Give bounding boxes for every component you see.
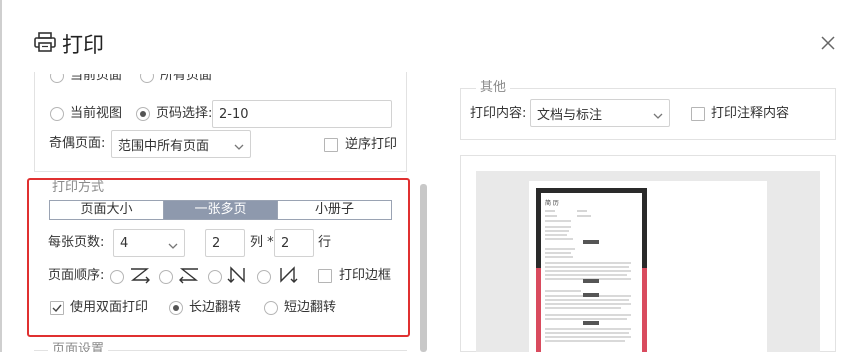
print-content-label: 打印内容: xyxy=(470,106,527,121)
page-setup-legend-clip: 页面设置 xyxy=(48,342,109,352)
columns-input[interactable]: 2 xyxy=(205,229,245,257)
dialog-header: 打印 xyxy=(34,30,104,58)
left-panel-scrollbar[interactable] xyxy=(420,184,427,352)
order-reverse-n-radio[interactable] xyxy=(257,270,271,284)
range-box-bottom-border xyxy=(34,171,407,172)
odd-even-select[interactable]: 范围中所有页面 xyxy=(111,130,251,158)
checkmark-icon xyxy=(52,304,62,313)
page-select-radio[interactable] xyxy=(136,107,150,121)
printer-icon xyxy=(34,32,56,56)
print-mode-legend: 打印方式 xyxy=(48,180,109,196)
order-z-radio[interactable] xyxy=(110,270,124,284)
close-icon[interactable] xyxy=(818,33,838,53)
long-edge-label: 长边翻转 xyxy=(189,300,242,315)
duplex-checkbox[interactable] xyxy=(50,301,64,315)
page-select-input[interactable]: 2-10 xyxy=(212,100,392,128)
all-pages-radio[interactable] xyxy=(140,74,155,83)
print-notes-label: 打印注释内容 xyxy=(711,106,790,121)
page-select-label: 页码选择: xyxy=(156,106,213,121)
print-mode-tabs: 页面大小 一张多页 小册子 xyxy=(49,200,392,220)
duplex-label: 使用双面打印 xyxy=(70,300,149,315)
tab-multi-page[interactable]: 一张多页 xyxy=(164,201,278,219)
pages-per-sheet-value: 4 xyxy=(120,235,129,251)
resume-page: 简 历 xyxy=(541,193,642,352)
tab-page-size[interactable]: 页面大小 xyxy=(50,201,164,219)
current-page-label: 当前页面 xyxy=(70,74,123,83)
tab-booklet[interactable]: 小册子 xyxy=(278,201,391,219)
other-legend: 其他 xyxy=(476,80,511,96)
page-order-label: 页面顺序: xyxy=(48,268,105,283)
print-notes-checkbox[interactable] xyxy=(691,107,705,121)
current-view-label: 当前视图 xyxy=(70,106,123,121)
print-border-checkbox[interactable] xyxy=(318,269,332,283)
long-edge-option[interactable]: 长边翻转 xyxy=(169,300,241,316)
reverse-print-checkbox[interactable] xyxy=(324,138,338,152)
long-edge-radio[interactable] xyxy=(169,301,183,315)
print-content-select[interactable]: 文档与标注 xyxy=(530,99,670,127)
dialog-title: 打印 xyxy=(62,33,104,57)
duplex-option[interactable]: 使用双面打印 xyxy=(50,300,148,316)
resume-lines xyxy=(545,210,631,342)
chevron-down-icon xyxy=(234,140,244,155)
range-box-right-border xyxy=(406,72,407,172)
print-notes-option[interactable]: 打印注释内容 xyxy=(691,106,789,122)
all-pages-label: 所有页面 xyxy=(160,74,213,83)
columns-label: 列 * xyxy=(250,235,274,250)
pages-per-sheet-select[interactable]: 4 xyxy=(113,229,185,257)
reverse-print-label: 逆序打印 xyxy=(345,137,398,152)
order-reverse-z-radio[interactable] xyxy=(159,270,173,284)
current-view-radio[interactable] xyxy=(50,107,64,121)
page-order-options xyxy=(110,266,298,288)
range-box-left-border xyxy=(34,72,35,172)
print-border-label: 打印边框 xyxy=(339,268,392,283)
odd-even-value: 范围中所有页面 xyxy=(118,138,210,154)
order-z-icon xyxy=(129,266,151,288)
rows-label: 行 xyxy=(318,235,332,250)
chevron-down-icon xyxy=(168,239,178,254)
window-left-edge xyxy=(0,0,2,352)
short-edge-option[interactable]: 短边翻转 xyxy=(264,300,336,316)
short-edge-radio[interactable] xyxy=(264,301,278,315)
current-view-option[interactable]: 当前视图 xyxy=(50,106,122,122)
range-row-1: 当前页面 所有页面 xyxy=(50,74,290,88)
order-n-radio[interactable] xyxy=(208,270,222,284)
print-content-value: 文档与标注 xyxy=(537,107,603,123)
rows-input[interactable]: 2 xyxy=(274,229,314,257)
reverse-print-option[interactable]: 逆序打印 xyxy=(324,137,397,153)
short-edge-label: 短边翻转 xyxy=(284,300,337,315)
chevron-down-icon xyxy=(653,109,663,124)
order-reverse-n-icon xyxy=(276,266,298,288)
page-select-option[interactable]: 页码选择: xyxy=(136,106,212,122)
order-reverse-z-icon xyxy=(178,266,200,288)
odd-even-label: 奇偶页面: xyxy=(49,136,106,151)
pages-per-sheet-label: 每张页数: xyxy=(48,235,105,250)
print-border-option[interactable]: 打印边框 xyxy=(318,268,391,284)
order-n-icon xyxy=(227,266,249,288)
current-page-radio[interactable] xyxy=(50,74,64,83)
page-setup-legend: 页面设置 xyxy=(48,342,109,352)
